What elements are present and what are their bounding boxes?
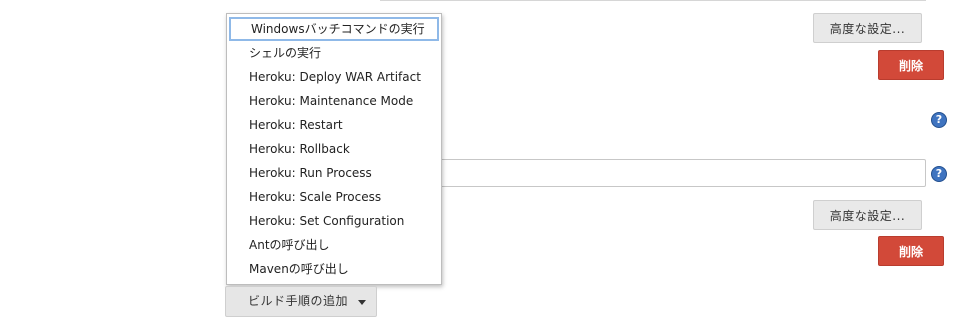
menu-item-heroku-restart[interactable]: Heroku: Restart — [227, 113, 441, 137]
chevron-down-icon — [358, 300, 366, 305]
section-divider — [380, 0, 926, 1]
help-icon[interactable]: ? — [931, 166, 947, 182]
menu-item-maven[interactable]: Mavenの呼び出し — [227, 257, 441, 281]
add-build-step-button[interactable]: ビルド手順の追加 — [225, 286, 377, 317]
build-step-dropdown-menu: Windowsバッチコマンドの実行 シェルの実行 Heroku: Deploy … — [226, 13, 442, 285]
menu-item-heroku-deploy-war[interactable]: Heroku: Deploy WAR Artifact — [227, 65, 441, 89]
menu-item-heroku-set-configuration[interactable]: Heroku: Set Configuration — [227, 209, 441, 233]
build-config-page: 高度な設定... 削除 ? ? 高度な設定... 削除 Windowsバッチコマ… — [0, 0, 970, 329]
advanced-settings-button-1[interactable]: 高度な設定... — [813, 13, 922, 43]
menu-item-shell[interactable]: シェルの実行 — [227, 41, 441, 65]
menu-item-heroku-scale-process[interactable]: Heroku: Scale Process — [227, 185, 441, 209]
menu-item-heroku-rollback[interactable]: Heroku: Rollback — [227, 137, 441, 161]
menu-item-windows-batch[interactable]: Windowsバッチコマンドの実行 — [229, 17, 439, 41]
command-text-field[interactable] — [420, 159, 926, 187]
help-icon[interactable]: ? — [931, 112, 947, 128]
menu-item-heroku-maintenance[interactable]: Heroku: Maintenance Mode — [227, 89, 441, 113]
advanced-settings-button-2[interactable]: 高度な設定... — [813, 200, 922, 230]
add-build-step-label: ビルド手順の追加 — [248, 294, 349, 308]
menu-item-heroku-run-process[interactable]: Heroku: Run Process — [227, 161, 441, 185]
delete-button-1[interactable]: 削除 — [878, 50, 944, 80]
delete-button-2[interactable]: 削除 — [878, 236, 944, 266]
menu-item-ant[interactable]: Antの呼び出し — [227, 233, 441, 257]
